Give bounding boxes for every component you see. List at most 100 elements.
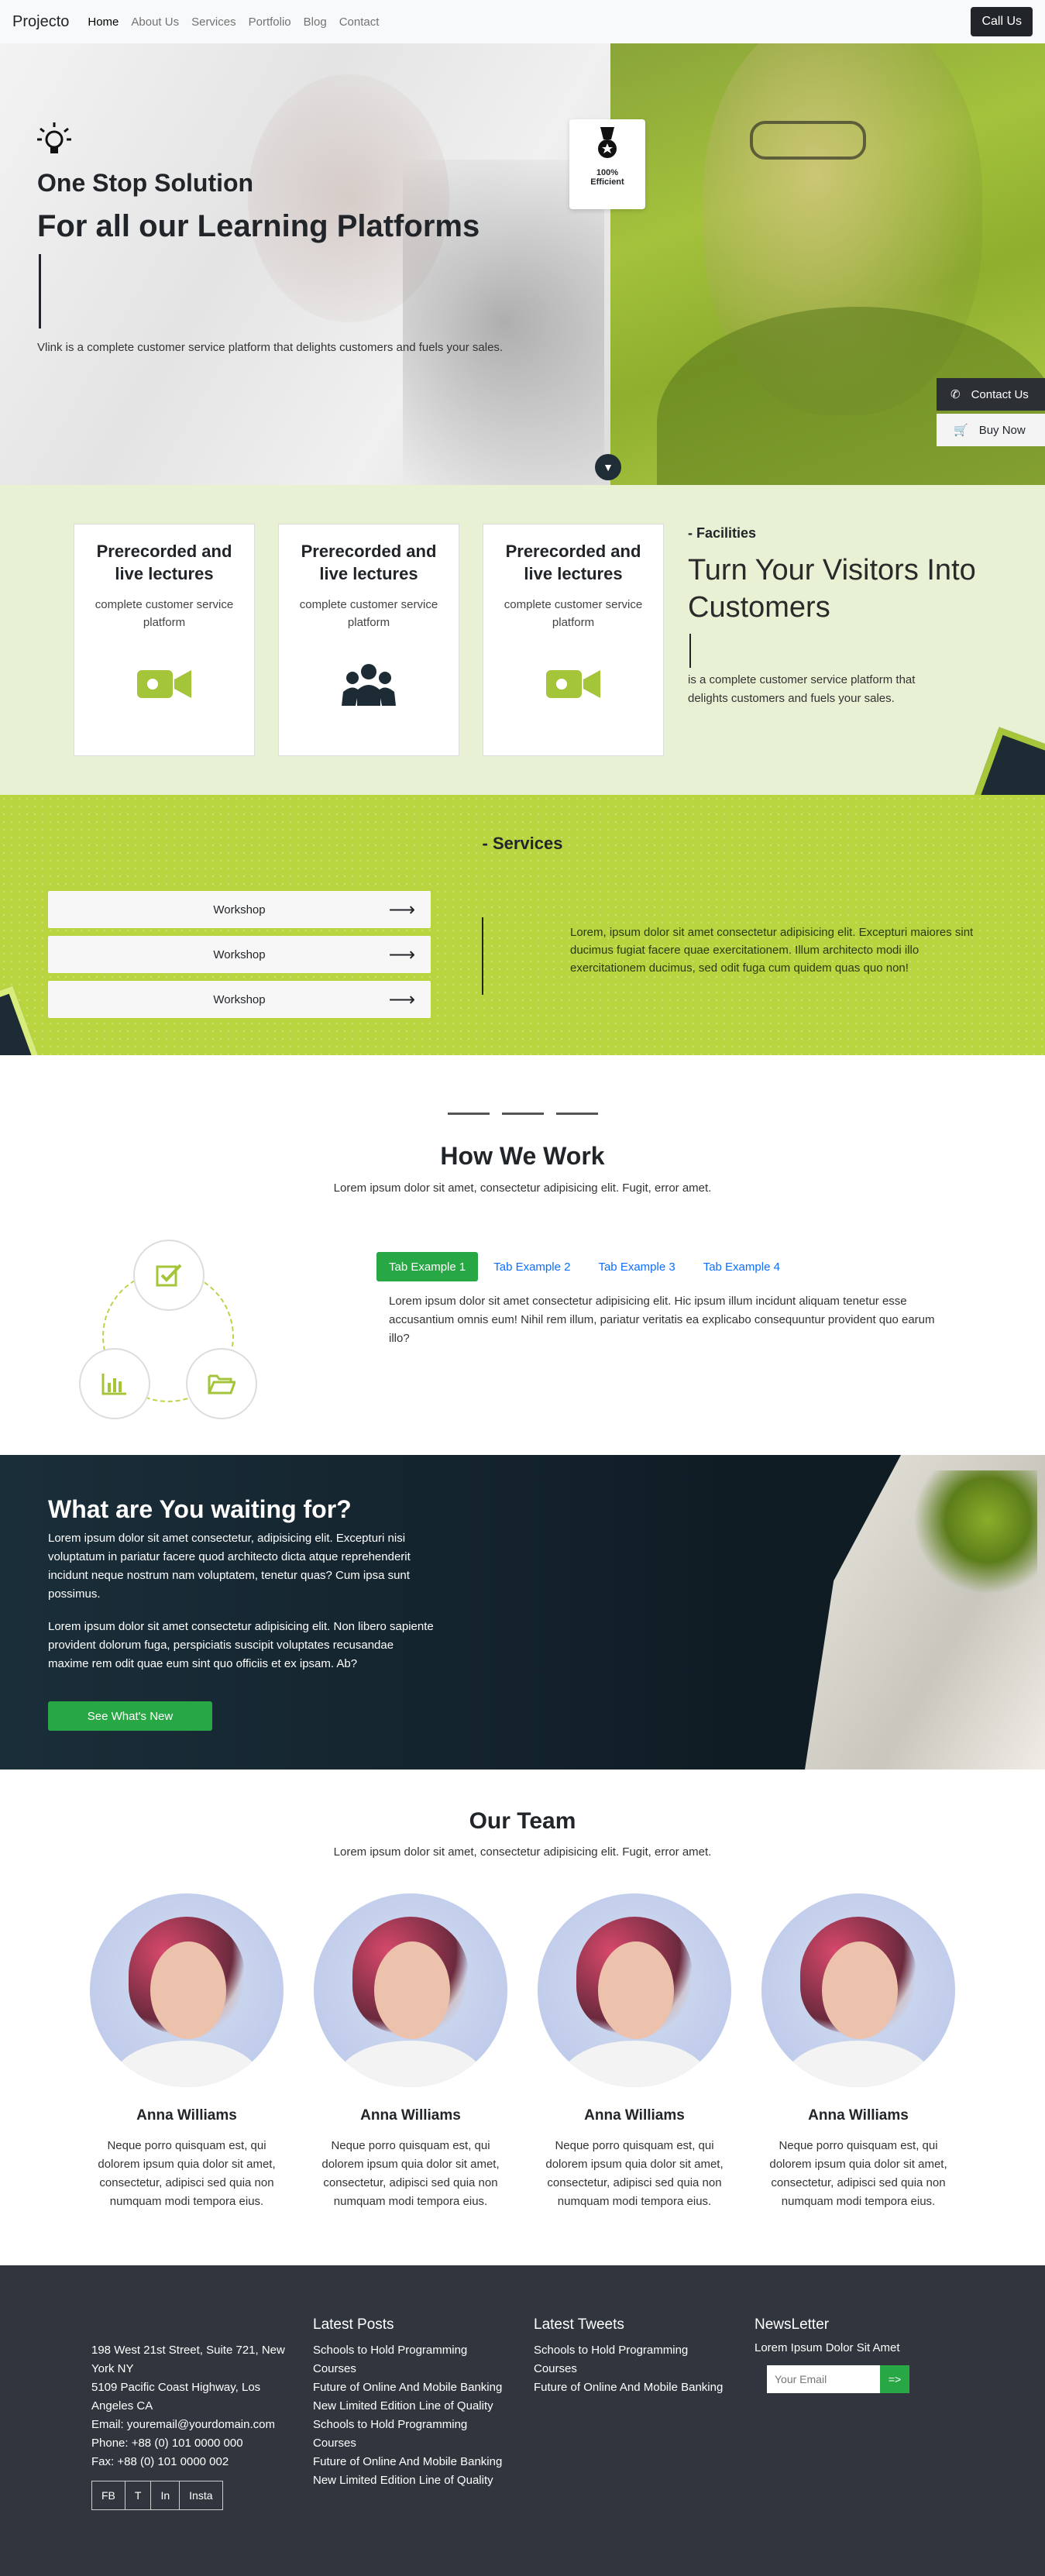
fax-line: Fax: +88 (0) 101 0000 002 — [91, 2455, 229, 2468]
brand-logo[interactable]: Projecto — [12, 13, 69, 31]
avatar — [761, 1893, 955, 2087]
post-link[interactable]: Future of Online And Mobile Banking — [313, 2453, 507, 2471]
member-bio: Neque porro quisquam est, qui dolorem ip… — [321, 2139, 500, 2208]
facility-card-text: complete customer service platform — [95, 598, 234, 629]
team-section: Our Team Lorem ipsum dolor sit amet, con… — [0, 1769, 1045, 2265]
facility-card: Prerecorded and live lectures complete c… — [278, 524, 459, 756]
buy-now-button[interactable]: 🛒 Buy Now — [937, 414, 1045, 446]
bar-chart-icon — [79, 1348, 150, 1419]
video-camera-icon — [494, 662, 652, 713]
how-title: How We Work — [440, 1142, 605, 1170]
nav-link-about[interactable]: About Us — [131, 15, 179, 29]
social-twitter[interactable]: T — [125, 2481, 152, 2509]
tweet-link[interactable]: Future of Online And Mobile Banking — [534, 2378, 727, 2397]
call-us-button[interactable]: Call Us — [971, 7, 1033, 36]
member-bio: Neque porro quisquam est, qui dolorem ip… — [98, 2139, 276, 2208]
member-bio: Neque porro quisquam est, qui dolorem ip… — [545, 2139, 724, 2208]
phone-icon: ✆ — [950, 388, 961, 401]
tab-example-3[interactable]: Tab Example 3 — [586, 1252, 687, 1281]
subscribe-button[interactable]: => — [880, 2365, 909, 2393]
facility-card: Prerecorded and live lectures complete c… — [483, 524, 664, 756]
footer-address: 198 West 21st Street, Suite 721, New Yor… — [91, 2341, 293, 2471]
facilities-section: Prerecorded and live lectures complete c… — [0, 485, 1045, 795]
facility-card: Prerecorded and live lectures complete c… — [74, 524, 255, 756]
facility-card-title: Prerecorded and live lectures — [301, 542, 437, 583]
service-item-label: Workshop — [213, 992, 266, 1006]
checkbox-icon — [133, 1240, 205, 1311]
tab-content: Lorem ipsum dolor sit amet consectetur a… — [389, 1295, 935, 1345]
service-item[interactable]: Workshop ⟶ — [48, 981, 431, 1018]
nav-link-portfolio[interactable]: Portfolio — [249, 15, 291, 29]
member-bio: Neque porro quisquam est, qui dolorem ip… — [769, 2139, 947, 2208]
plant-photo — [913, 1470, 1037, 1594]
footer: 198 West 21st Street, Suite 721, New Yor… — [0, 2265, 1045, 2576]
tweet-link[interactable]: Schools to Hold Programming Courses — [534, 2341, 727, 2378]
cta-paragraph-2: Lorem ipsum dolor sit amet consectetur a… — [48, 1620, 434, 1670]
email-input[interactable] — [767, 2365, 880, 2393]
contact-us-label: Contact Us — [971, 387, 1029, 401]
cart-icon: 🛒 — [954, 424, 968, 437]
phone-line: Phone: +88 (0) 101 0000 000 — [91, 2437, 243, 2450]
services-title: - Services — [482, 834, 563, 853]
post-link[interactable]: Schools to Hold Programming Courses — [313, 2341, 507, 2378]
service-item[interactable]: Workshop ⟶ — [48, 936, 431, 973]
team-member: Anna Williams Neque porro quisquam est, … — [89, 1893, 284, 2211]
team-member: Anna Williams Neque porro quisquam est, … — [761, 1893, 956, 2211]
arrow-right-icon: ⟶ — [388, 944, 415, 965]
facility-card-text: complete customer service platform — [299, 598, 438, 629]
nav-link-contact[interactable]: Contact — [339, 15, 380, 29]
hero-description: Vlink is a complete customer service pla… — [37, 341, 504, 354]
nav-link-blog[interactable]: Blog — [304, 15, 327, 29]
service-item[interactable]: Workshop ⟶ — [48, 891, 431, 928]
latest-tweets-title: Latest Tweets — [534, 2316, 624, 2333]
facilities-description: is a complete customer service platform … — [688, 673, 916, 705]
nav-link-home[interactable]: Home — [88, 15, 119, 29]
post-link[interactable]: Schools to Hold Programming Courses — [313, 2416, 507, 2453]
arrow-right-icon: ⟶ — [388, 899, 415, 920]
video-camera-icon — [85, 662, 243, 713]
buy-now-label: Buy Now — [978, 423, 1026, 437]
nav-link-services[interactable]: Services — [191, 15, 236, 29]
process-cycle — [79, 1240, 259, 1419]
social-linkedin[interactable]: In — [151, 2481, 180, 2509]
address-line: 5109 Pacific Coast Highway, Los Angeles … — [91, 2381, 261, 2413]
tab-example-4[interactable]: Tab Example 4 — [691, 1252, 792, 1281]
member-name: Anna Williams — [360, 2107, 461, 2124]
decorative-tablet — [0, 985, 45, 1055]
team-member: Anna Williams Neque porro quisquam est, … — [537, 1893, 732, 2211]
member-name: Anna Williams — [808, 2107, 909, 2124]
social-facebook[interactable]: FB — [92, 2481, 125, 2509]
navbar: Projecto Home About Us Services Portfoli… — [0, 0, 1045, 43]
facilities-title: Turn Your Visitors Into Customers — [688, 554, 976, 624]
latest-tweets: Latest Tweets Schools to Hold Programmin… — [534, 2316, 727, 2397]
member-name: Anna Williams — [584, 2107, 685, 2124]
tab-example-1[interactable]: Tab Example 1 — [376, 1252, 479, 1281]
cta-title: What are You waiting for? — [48, 1495, 352, 1523]
see-whats-new-button[interactable]: See What's New — [48, 1701, 212, 1731]
facility-card-text: complete customer service platform — [504, 598, 643, 629]
social-links: FB T In Insta — [91, 2481, 223, 2510]
how-we-work-section: How We Work Lorem ipsum dolor sit amet, … — [0, 1055, 1045, 1455]
hero-background — [0, 43, 610, 485]
service-item-label: Workshop — [213, 903, 266, 917]
folder-open-icon — [186, 1348, 257, 1419]
service-item-label: Workshop — [213, 948, 266, 961]
badge-label: Efficient — [590, 177, 624, 187]
post-link[interactable]: Future of Online And Mobile Banking — [313, 2378, 507, 2397]
member-name: Anna Williams — [136, 2107, 237, 2124]
post-link[interactable]: New Limited Edition Line of Quality — [313, 2397, 507, 2416]
social-instagram[interactable]: Insta — [180, 2481, 222, 2509]
badge-percent: 100% — [596, 168, 619, 177]
lightbulb-icon — [37, 121, 71, 166]
avatar — [314, 1893, 507, 2087]
email-line: Email: youremail@yourdomain.com — [91, 2418, 275, 2431]
address-line: 198 West 21st Street, Suite 721, New Yor… — [91, 2344, 285, 2375]
post-link[interactable]: New Limited Edition Line of Quality — [313, 2471, 507, 2490]
newsletter-text: Lorem Ipsum Dolor Sit Amet — [755, 2341, 900, 2354]
hero-section: One Stop Solution For all our Learning P… — [0, 43, 1045, 485]
scroll-down-button[interactable]: ▼ — [595, 454, 621, 480]
medal-icon — [569, 127, 645, 168]
hero-divider — [39, 254, 41, 328]
contact-us-button[interactable]: ✆ Contact Us — [937, 378, 1045, 411]
tab-example-2[interactable]: Tab Example 2 — [481, 1252, 583, 1281]
